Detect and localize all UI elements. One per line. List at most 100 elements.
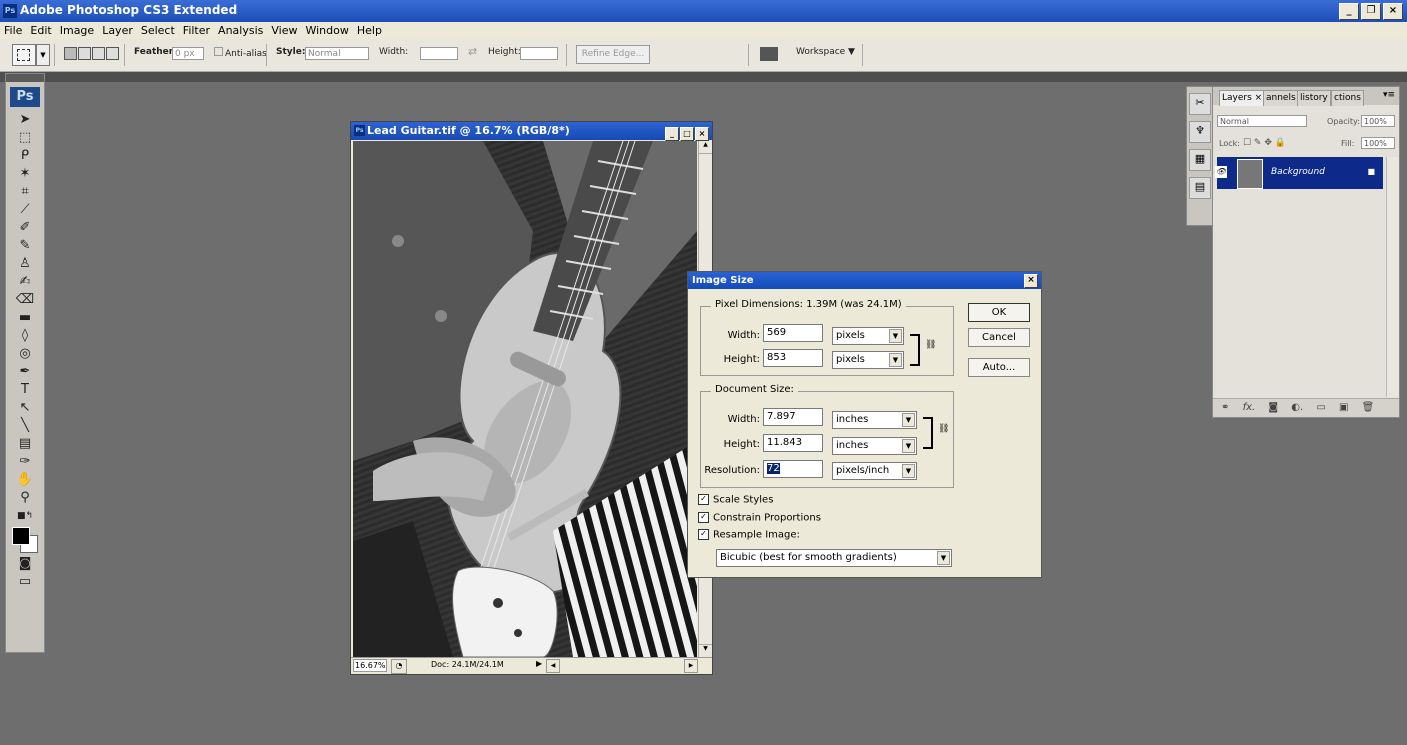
marquee-tool-icon[interactable]: ⬚ [6,129,44,147]
swap-icon[interactable]: ⇄ [468,45,477,58]
file-browser-icon[interactable] [760,47,778,61]
resample-image-checkbox[interactable]: ✓ Resample Image: [698,529,800,541]
restore-button[interactable]: ❐ [1361,3,1381,20]
scroll-left-icon[interactable]: ◀ [546,659,560,673]
eyedropper-icon[interactable]: ✑ [6,453,44,471]
scroll-down-icon[interactable]: ▼ [699,644,712,657]
blend-mode-select[interactable]: Normal [1217,115,1307,127]
hand-tool-icon[interactable]: ✋ [6,471,44,489]
doc-width-unit-select[interactable]: inches ▼ [832,411,917,429]
opacity-input[interactable]: 100% [1361,115,1395,127]
resolution-input[interactable]: 72 [763,460,823,478]
brush-tool-icon[interactable]: ✎ [6,237,44,255]
menu-layer[interactable]: Layer [98,22,137,37]
swap-colors-icon[interactable]: ■↰ [6,507,44,525]
pixel-height-unit-select[interactable]: pixels ▼ [832,351,904,369]
tab-channels[interactable]: annels [1263,90,1299,106]
ok-button[interactable]: OK [968,303,1030,322]
adjustment-layer-icon[interactable]: ◐. [1291,402,1303,413]
add-mask-icon[interactable]: ◙ [1268,402,1278,413]
document-titlebar[interactable]: Ps Lead Guitar.tif @ 16.7% (RGB/8*) _ □ × [351,122,712,141]
panel-menu-icon[interactable]: ▾≡ [1383,90,1395,100]
menu-image[interactable]: Image [56,22,98,37]
doc-height-input[interactable]: 11.843 [763,434,823,452]
dialog-close-button[interactable]: × [1024,274,1038,288]
menu-select[interactable]: Select [137,22,179,37]
constrain-proportions-checkbox[interactable]: ✓ Constrain Proportions [698,512,821,524]
pen-tool-icon[interactable]: ✒ [6,363,44,381]
scroll-right-icon[interactable]: ▶ [684,659,698,673]
close-button[interactable]: × [1383,3,1403,20]
intersect-selection-icon[interactable] [106,47,119,60]
status-options-icon[interactable]: ◔ [391,659,407,674]
add-to-selection-icon[interactable] [78,47,91,60]
crop-tool-icon[interactable]: ⌗ [6,183,44,201]
pixel-width-unit-select[interactable]: pixels ▼ [832,327,904,345]
menu-analysis[interactable]: Analysis [214,22,267,37]
path-selection-icon[interactable]: ↖ [6,399,44,417]
menu-file[interactable]: File [0,22,26,37]
lasso-tool-icon[interactable]: ᑭ [6,147,44,165]
scale-styles-checkbox[interactable]: ✓ Scale Styles [698,494,773,506]
zoom-field[interactable]: 16.67% [353,659,387,672]
zoom-tool-icon[interactable]: ⚲ [6,489,44,507]
height-input[interactable] [520,47,558,60]
new-layer-icon[interactable]: ▣ [1339,402,1348,413]
doc-minimize-button[interactable]: _ [665,127,679,141]
minimize-button[interactable]: _ [1339,3,1359,20]
move-tool-icon[interactable]: ➤ [6,111,44,129]
refine-edge-button[interactable]: Refine Edge... [576,45,650,64]
tab-layers[interactable]: Layers × [1219,90,1266,106]
screen-mode-icon[interactable]: ▭ [6,573,44,591]
fx-icon[interactable]: fx. [1243,402,1256,413]
tool-presets-icon[interactable]: ✂ [1189,93,1211,115]
pixel-height-input[interactable]: 853 [763,349,823,367]
brushes-icon[interactable]: ♆ [1189,121,1211,143]
auto-button[interactable]: Auto... [968,358,1030,377]
blur-tool-icon[interactable]: ◊ [6,327,44,345]
style-select[interactable]: Normal [305,47,369,60]
layer-comps-icon[interactable]: ▤ [1189,177,1211,199]
chevron-down-icon[interactable]: ▼ [36,44,50,66]
dodge-tool-icon[interactable]: ◎ [6,345,44,363]
history-brush-icon[interactable]: ✍ [6,273,44,291]
tab-history[interactable]: listory [1297,90,1331,106]
link-layers-icon[interactable]: ⚭ [1221,402,1229,413]
doc-width-input[interactable]: 7.897 [763,408,823,426]
color-swatches[interactable] [6,525,44,555]
menu-filter[interactable]: Filter [179,22,214,37]
scroll-up-icon[interactable]: ▲ [699,141,712,154]
workspace-menu[interactable]: Workspace ▼ [796,47,855,57]
menu-edit[interactable]: Edit [26,22,55,37]
healing-brush-icon[interactable]: ✐ [6,219,44,237]
status-menu-arrow-icon[interactable]: ▶ [536,659,542,668]
image-canvas[interactable] [353,141,697,657]
feather-input[interactable]: 0 px [172,47,204,60]
dialog-titlebar[interactable]: Image Size × [688,272,1041,289]
eraser-tool-icon[interactable]: ⌫ [6,291,44,309]
menu-help[interactable]: Help [353,22,386,37]
doc-height-unit-select[interactable]: inches ▼ [832,437,917,455]
new-group-icon[interactable]: ▭ [1316,402,1325,413]
clone-source-icon[interactable]: ▦ [1189,149,1211,171]
layer-row-background[interactable]: 👁 Background ■ [1215,157,1383,189]
pixel-width-input[interactable]: 569 [763,324,823,342]
quick-mask-icon[interactable]: ◙ [6,555,44,573]
tab-actions[interactable]: ctions [1331,90,1364,106]
doc-restore-button[interactable]: □ [680,127,694,141]
eye-icon[interactable]: 👁 [1215,166,1227,178]
cancel-button[interactable]: Cancel [968,328,1030,347]
menu-window[interactable]: Window [301,22,352,37]
lock-icons[interactable]: ☐ ✎ ✥ 🔒 [1243,138,1286,148]
marquee-tool-preset[interactable] [12,44,36,66]
gradient-tool-icon[interactable]: ▬ [6,309,44,327]
width-input[interactable] [420,47,458,60]
slice-tool-icon[interactable]: ⟋ [6,201,44,219]
new-selection-icon[interactable] [64,47,77,60]
menu-view[interactable]: View [267,22,301,37]
toolbox-header[interactable] [6,74,44,82]
doc-close-button[interactable]: × [695,127,709,141]
trash-icon[interactable]: 🗑 [1362,402,1375,413]
type-tool-icon[interactable]: T [6,381,44,399]
layers-scrollbar[interactable] [1386,157,1399,397]
